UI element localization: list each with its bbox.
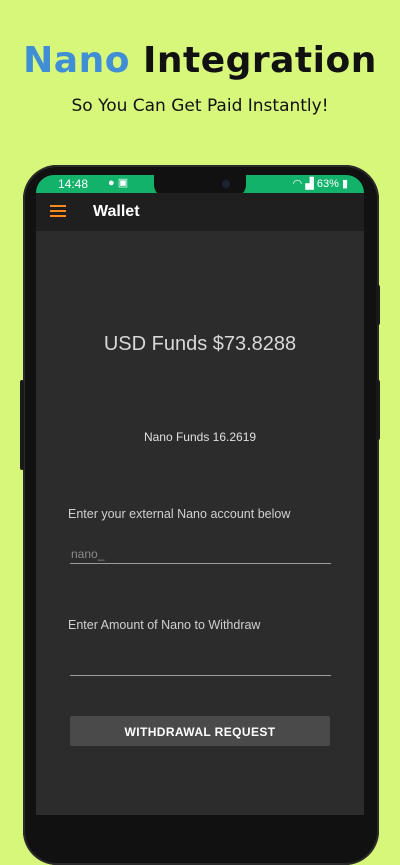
wifi-icon: ◠ (292, 178, 303, 190)
phone-side-button (376, 380, 380, 440)
withdraw-amount-input[interactable] (70, 657, 331, 676)
usd-funds: USD Funds $73.8288 (103, 333, 297, 355)
camera-icon (222, 180, 230, 188)
status-left-icons: ● ▣ (108, 176, 128, 189)
promo-headline: Nano Integration (0, 40, 400, 81)
phone-side-button (20, 380, 24, 470)
withdrawal-request-button[interactable]: WITHDRAWAL REQUEST (70, 716, 330, 746)
status-right-icons: ◠ ▟ 63% ▮ (293, 177, 348, 190)
amount-label: Enter Amount of Nano to Withdraw (68, 618, 261, 632)
phone-screen: 14:48 ● ▣ ◠ ▟ 63% ▮ Wallet USD Funds $73… (36, 175, 364, 815)
nano-funds: Nano Funds 16.2619 (143, 430, 257, 444)
phone-side-button (376, 285, 380, 325)
account-label: Enter your external Nano account below (68, 507, 291, 521)
signal-icon: ▟ (305, 178, 314, 190)
app-bar: Wallet (36, 193, 364, 231)
hamburger-menu-icon[interactable] (50, 205, 66, 217)
app-title: Wallet (93, 203, 140, 220)
notification-icon: ● (108, 177, 115, 189)
image-icon: ▣ (117, 177, 129, 189)
status-time: 14:48 (58, 177, 89, 191)
headline-accent: Nano (23, 40, 130, 81)
battery-icon: ▮ (341, 178, 348, 190)
nano-account-input[interactable] (70, 545, 331, 564)
headline-rest: Integration (129, 40, 377, 81)
promo-subtitle: So You Can Get Paid Instantly! (71, 96, 329, 116)
battery-percent: 63% (316, 178, 339, 190)
